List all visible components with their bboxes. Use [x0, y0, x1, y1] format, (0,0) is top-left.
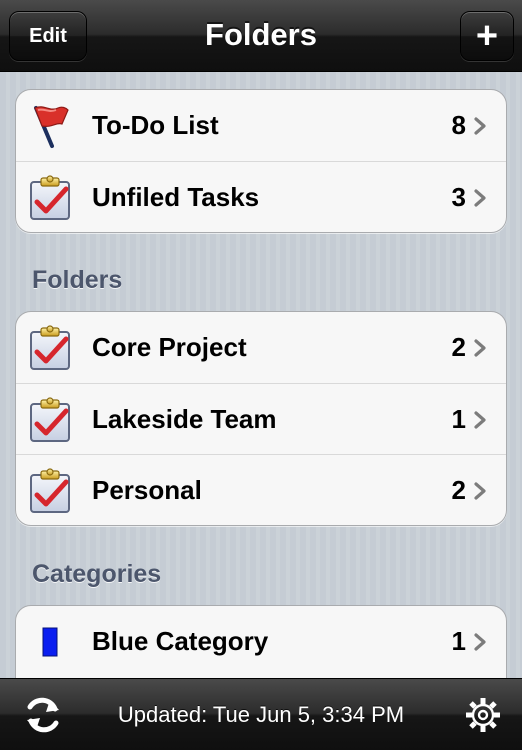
list-item-unfiled[interactable]: Unfiled Tasks 3 — [16, 161, 506, 232]
chevron-right-icon — [472, 482, 488, 500]
section-header-categories: Categories — [32, 560, 162, 588]
gear-icon[interactable] — [464, 696, 502, 734]
chevron-right-icon — [472, 339, 488, 357]
folders-group: Core Project 2 Lakeside Team 1 Personal … — [15, 311, 507, 526]
chevron-right-icon — [472, 117, 488, 135]
flag-icon — [34, 106, 69, 148]
add-folder-button[interactable]: + — [460, 11, 514, 61]
folder-item-personal[interactable]: Personal 2 — [16, 454, 506, 525]
chevron-right-icon — [472, 189, 488, 207]
clipboard-check-icon — [26, 174, 74, 222]
folder-item-core-project[interactable]: Core Project 2 — [16, 312, 506, 383]
blue-swatch-icon — [42, 627, 58, 657]
clipboard-check-icon — [26, 324, 74, 372]
list-item-label: Unfiled Tasks — [92, 182, 260, 212]
list-item-label: To-Do List — [92, 110, 219, 140]
list-item-count: 8 — [451, 110, 466, 140]
navigation-bar: Folders Edit + — [0, 0, 522, 72]
edit-button[interactable]: Edit — [9, 11, 87, 61]
clipboard-check-icon — [26, 467, 74, 515]
section-header-folders: Folders — [32, 266, 123, 294]
clipboard-check-icon — [26, 396, 74, 444]
folder-item-lakeside-team[interactable]: Lakeside Team 1 — [16, 383, 506, 454]
list-item-count: 1 — [451, 404, 466, 434]
category-item-blue[interactable]: Blue Category 1 — [16, 606, 506, 677]
list-item-count: 3 — [451, 182, 466, 212]
list-item-todo[interactable]: To-Do List 8 — [16, 90, 506, 161]
chevron-right-icon — [472, 633, 488, 651]
list-item-label: Core Project — [92, 332, 247, 362]
list-item-count: 2 — [451, 475, 466, 505]
chevron-right-icon — [472, 411, 488, 429]
list-item-label: Personal — [92, 475, 202, 505]
last-updated-status: Updated: Tue Jun 5, 3:34 PM — [117, 702, 405, 727]
bottom-toolbar: Updated: Tue Jun 5, 3:34 PM — [0, 678, 522, 750]
list-item-count: 1 — [451, 626, 466, 656]
list-item-count: 2 — [451, 332, 466, 362]
list-item-label: Lakeside Team — [92, 404, 277, 434]
list-item-label: Blue Category — [92, 626, 269, 656]
smart-lists-group: To-Do List 8 Unfiled Tasks 3 — [15, 89, 507, 233]
